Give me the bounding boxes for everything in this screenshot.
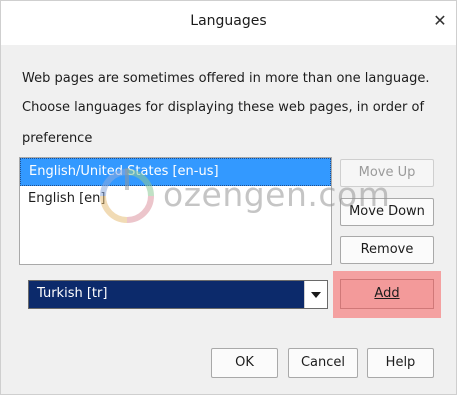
language-select[interactable]: Turkish [tr] — [28, 280, 328, 309]
close-icon[interactable]: ✕ — [430, 11, 450, 31]
dialog-title: Languages — [190, 13, 267, 29]
title-bar: Languages ✕ — [1, 1, 456, 45]
description-line-1: Web pages are sometimes offered in more … — [22, 71, 430, 86]
cancel-button[interactable]: Cancel — [288, 348, 358, 378]
ok-button[interactable]: OK — [211, 348, 278, 378]
add-button[interactable]: Add — [340, 279, 434, 309]
help-button[interactable]: Help — [367, 348, 434, 378]
remove-button[interactable]: Remove — [340, 236, 434, 264]
description-line-2: Choose languages for displaying these we… — [22, 100, 425, 115]
list-item[interactable]: English/United States [en-us] — [20, 158, 331, 186]
move-down-button[interactable]: Move Down — [340, 198, 434, 226]
move-up-button[interactable]: Move Up — [340, 159, 434, 187]
languages-dialog: Languages ✕ Web pages are sometimes offe… — [0, 0, 457, 395]
language-list[interactable]: English/United States [en-us] English [e… — [19, 157, 332, 265]
language-select-value: Turkish [tr] — [37, 286, 108, 301]
description-line-3: preference — [22, 131, 93, 146]
list-item[interactable]: English [en] — [20, 186, 331, 214]
chevron-down-icon[interactable] — [304, 281, 327, 308]
